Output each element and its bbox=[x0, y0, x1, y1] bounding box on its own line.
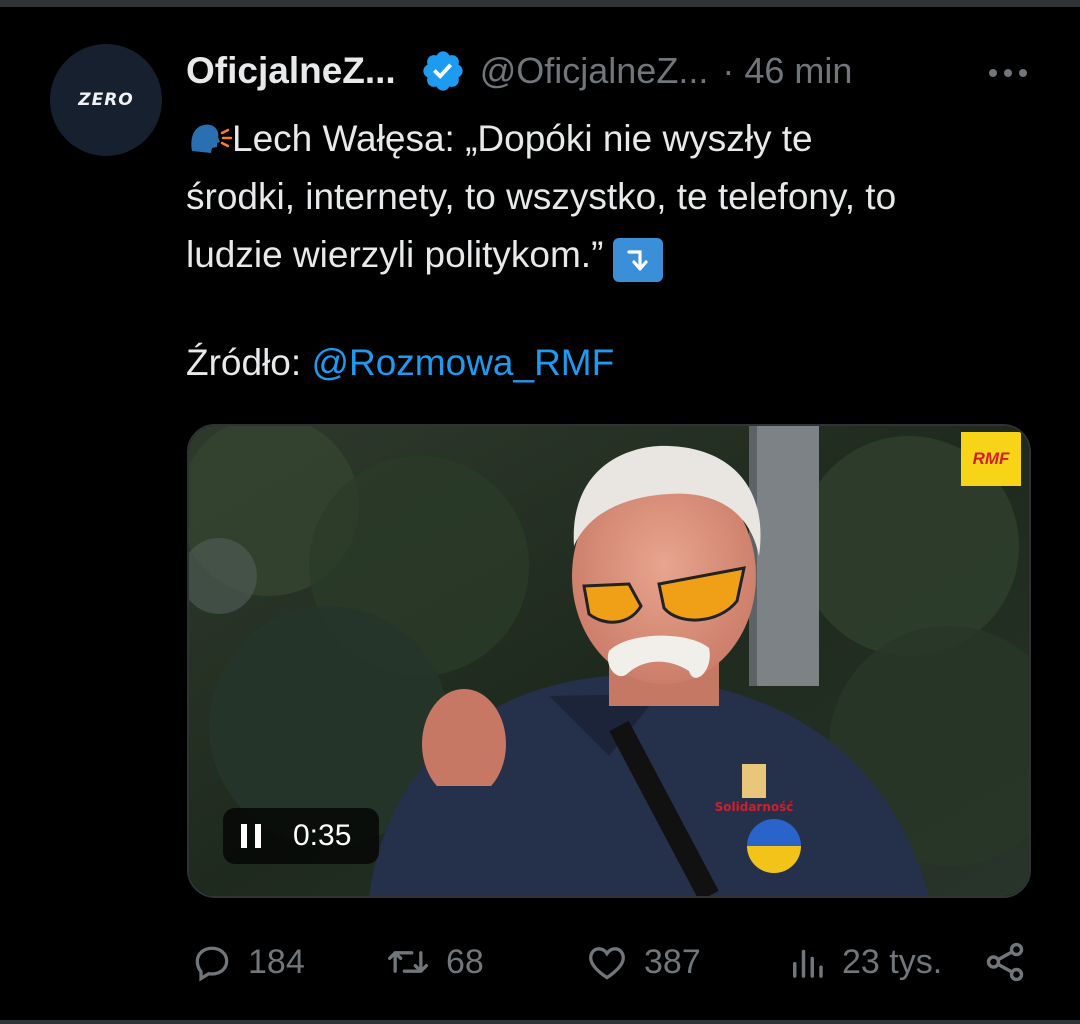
repost-icon bbox=[388, 951, 428, 973]
reply-icon bbox=[195, 946, 229, 982]
share-icon bbox=[986, 942, 1024, 982]
rmf-logo: RMF bbox=[961, 432, 1021, 486]
tweet-text: Lech Wałęsa: „Dopóki nie wyszły te środk… bbox=[186, 110, 1046, 284]
display-name[interactable]: OficjalneZ... bbox=[186, 50, 396, 92]
reply-button[interactable]: 184 bbox=[190, 936, 305, 988]
source-label: Źródło: bbox=[186, 342, 302, 383]
more-icon[interactable] bbox=[988, 68, 1028, 78]
tweet-line-1-text: Lech Wałęsa: „Dopóki nie wyszły te bbox=[232, 118, 813, 159]
pause-icon[interactable] bbox=[241, 824, 261, 848]
source-mention-link[interactable]: @Rozmowa_RMF bbox=[311, 342, 614, 383]
speaking-head-emoji bbox=[191, 124, 232, 153]
repost-count: 68 bbox=[446, 942, 484, 981]
tweet-actions: 184 68 387 23 tys. bbox=[186, 936, 1046, 988]
bottom-divider bbox=[0, 1020, 1080, 1024]
tweet-line-2: środki, internety, to wszystko, te telef… bbox=[186, 176, 897, 217]
video-player[interactable]: Solidarność RMF 0:35 bbox=[187, 424, 1031, 898]
repost-button[interactable]: 68 bbox=[384, 936, 484, 988]
svg-text:Solidarność: Solidarność bbox=[715, 800, 794, 814]
timestamp[interactable]: 46 min bbox=[744, 50, 852, 92]
tweet-line-1: Lech Wałęsa: „Dopóki nie wyszły te bbox=[186, 110, 1046, 168]
views-button[interactable]: 23 tys. bbox=[786, 936, 942, 988]
share-button[interactable] bbox=[982, 936, 1028, 988]
avatar[interactable]: ZERO bbox=[50, 44, 162, 156]
reply-count: 184 bbox=[248, 942, 305, 981]
verified-badge-icon[interactable] bbox=[420, 48, 466, 94]
video-controls[interactable]: 0:35 bbox=[223, 808, 379, 864]
tweet-line-3: ludzie wierzyli politykom.” bbox=[186, 226, 1046, 284]
separator-dot: · bbox=[722, 50, 735, 91]
handle[interactable]: @OficjalneZ... bbox=[480, 50, 709, 92]
views-count: 23 tys. bbox=[842, 942, 943, 981]
video-time: 0:35 bbox=[293, 819, 352, 852]
like-button[interactable]: 387 bbox=[584, 936, 701, 988]
arrow-down-emoji bbox=[613, 238, 664, 282]
top-divider bbox=[0, 0, 1080, 7]
avatar-logo-text: ZERO bbox=[78, 90, 134, 110]
views-icon bbox=[793, 949, 823, 978]
like-icon bbox=[589, 947, 625, 980]
like-count: 387 bbox=[644, 942, 701, 981]
tweet-line-3-text: ludzie wierzyli politykom.” bbox=[186, 234, 604, 275]
source-line: Źródło: @Rozmowa_RMF bbox=[186, 334, 614, 392]
tweet-header: OficjalneZ... @OficjalneZ... · 46 min bbox=[186, 46, 1046, 96]
